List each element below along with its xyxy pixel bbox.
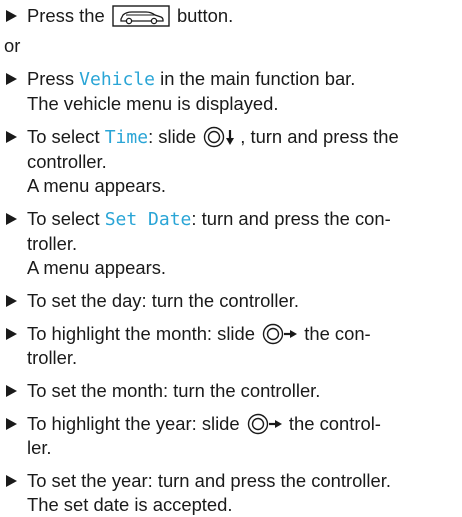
step-press-vehicle: Press Vehicle in the main function bar. … [4, 67, 456, 116]
triangle-right-icon [6, 289, 20, 313]
step-select-set-date: To select Set Date: turn and press the c… [4, 207, 456, 280]
triangle-right-icon [6, 412, 20, 436]
step-set-month: To set the month: turn the controller. [4, 379, 456, 403]
controller-slide-right-icon [247, 413, 282, 435]
step-text-continued: controller. [27, 151, 107, 172]
vehicle-keyword: Vehicle [79, 69, 155, 90]
step-highlight-month: To highlight the month: slide the con- t… [4, 322, 456, 370]
step-text: To select [27, 208, 100, 229]
instruction-list: Press the button. or Press Vehicle in th… [4, 4, 456, 517]
step-highlight-year: To highlight the year: slide the control… [4, 412, 456, 460]
or-separator: or [4, 35, 21, 56]
controller-slide-down-icon [204, 126, 235, 148]
triangle-right-icon [6, 207, 20, 231]
step-result: The set date is accepted. [27, 494, 233, 515]
step-text: , turn and press the [240, 126, 399, 147]
step-text: the con- [304, 323, 371, 344]
step-text: : turn and press the con- [191, 208, 391, 229]
step-text-continued: troller. [27, 233, 78, 254]
triangle-right-icon [6, 379, 20, 403]
step-text: To set the month: turn the controller. [27, 380, 321, 401]
set-date-keyword: Set Date [104, 209, 192, 230]
time-keyword: Time [104, 127, 149, 148]
step-text: Press the [27, 5, 105, 26]
step-text: button. [176, 5, 234, 26]
step-result: A menu appears. [27, 257, 167, 278]
step-text: : slide [148, 126, 197, 147]
triangle-right-icon [6, 67, 20, 91]
step-press-vehicle-button: Press the button. [4, 4, 456, 28]
triangle-right-icon [6, 125, 20, 149]
triangle-right-icon [6, 4, 20, 28]
step-text-continued: troller. [27, 347, 78, 368]
step-result: The vehicle menu is displayed. [27, 93, 279, 114]
step-text-continued: ler. [27, 437, 52, 458]
step-text: in the main function bar. [160, 68, 356, 89]
step-set-day: To set the day: turn the controller. [4, 289, 456, 313]
step-select-time: To select Time: slide , turn and press t… [4, 125, 456, 198]
step-result: A menu appears. [27, 175, 167, 196]
step-text: To set the year: turn and press the cont… [27, 470, 391, 491]
step-set-year: To set the year: turn and press the cont… [4, 469, 456, 517]
step-text: To highlight the year: slide [27, 413, 240, 434]
triangle-right-icon [6, 322, 20, 346]
step-text: To set the day: turn the controller. [27, 290, 299, 311]
step-text: the control- [288, 413, 381, 434]
step-text: Press [27, 68, 75, 89]
controller-slide-right-icon [262, 323, 298, 345]
triangle-right-icon [6, 469, 20, 493]
step-text: To highlight the month: slide [27, 323, 255, 344]
car-button-icon [112, 5, 170, 27]
step-text: To select [27, 126, 100, 147]
